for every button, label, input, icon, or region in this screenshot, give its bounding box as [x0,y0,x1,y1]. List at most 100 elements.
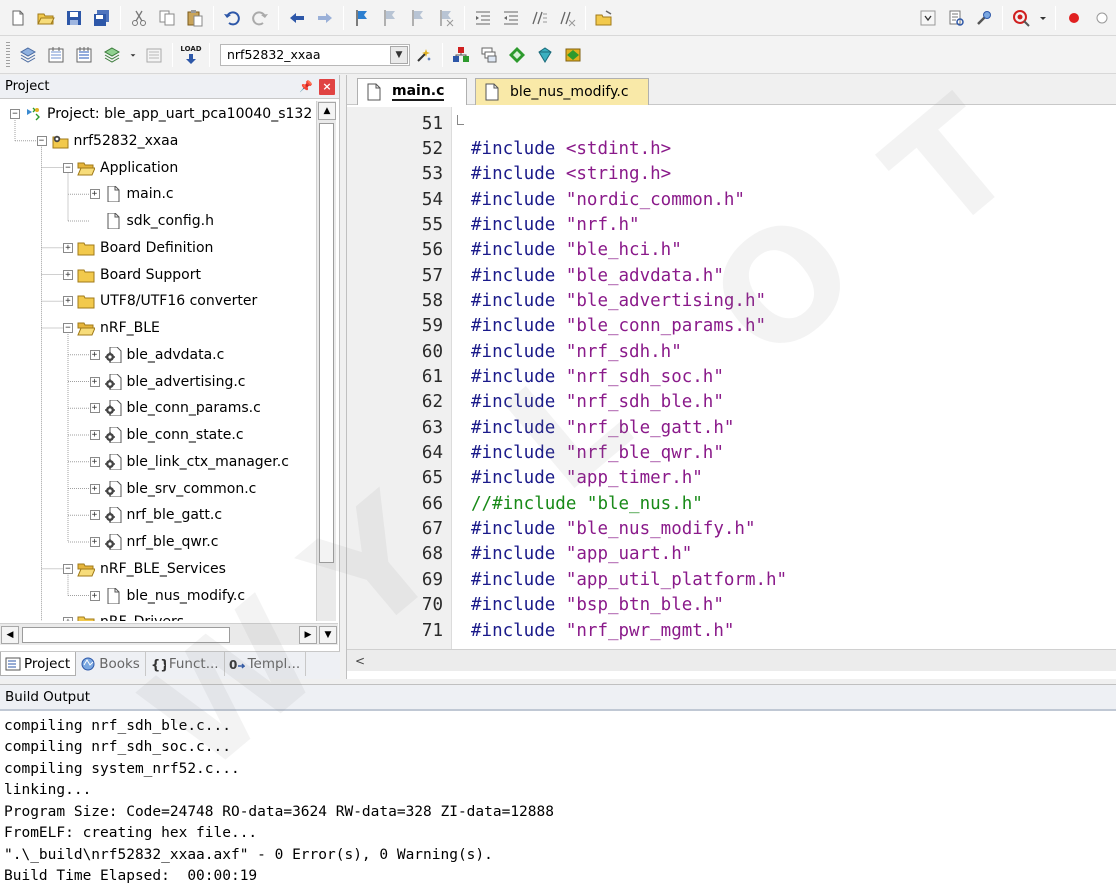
horizontal-scrollbar[interactable]: ◀ ▶ ▼ [0,623,338,645]
manage-components-icon[interactable] [477,43,501,67]
scroll-up-icon[interactable]: ▲ [318,102,336,120]
tree-item[interactable]: − Application [63,157,178,179]
code-line[interactable]: 63 #include "nrf_ble_gatt.h" [347,415,1116,440]
expand-icon[interactable]: + [89,590,100,601]
chevron-down-icon[interactable]: ▼ [390,45,408,64]
tree-item[interactable]: − nRF_BLE [63,317,160,339]
build-icon[interactable] [44,43,68,67]
expand-icon[interactable]: + [89,537,100,547]
tree-item[interactable]: + nrf_ble_qwr.c [89,531,218,553]
paste-icon[interactable] [183,6,207,30]
incremental-find-icon[interactable] [944,6,968,30]
tab-main-c[interactable]: main.c [357,78,467,105]
expand-icon[interactable]: + [89,403,100,414]
tree-item[interactable]: + ble_conn_params.c [89,397,261,419]
find-dropdown-icon[interactable] [916,6,940,30]
expand-icon[interactable]: + [89,456,100,467]
batch-build-icon[interactable] [100,43,124,67]
expand-icon[interactable]: + [89,430,100,440]
expand-icon[interactable]: + [63,617,73,621]
tree-item[interactable]: sdk_config.h [90,210,214,232]
tree-item[interactable]: − Project: ble_app_uart_pca10040_s132 [10,103,312,125]
chevron-down-icon[interactable] [128,43,138,67]
select-packs-icon[interactable] [505,43,529,67]
tree-item[interactable]: + ble_link_ctx_manager.c [89,451,289,473]
toolbar-grip[interactable] [6,41,10,68]
code-line[interactable]: 57 #include "ble_advdata.h" [347,263,1116,288]
build-output-text[interactable]: compiling nrf_sdh_ble.c... compiling nrf_… [4,715,554,887]
tree-item[interactable]: + ble_advdata.c [89,344,224,366]
comment-selection-icon[interactable] [527,6,551,30]
tree-item[interactable]: + main.c [89,183,174,205]
indent-icon[interactable] [471,6,495,30]
pin-icon[interactable]: 📌 [299,80,313,94]
rebuild-icon[interactable] [72,43,96,67]
insert-breakpoint-icon[interactable] [1062,6,1086,30]
code-line[interactable]: 62 #include "nrf_sdh_ble.h" [347,390,1116,415]
tab-functions[interactable]: {}Funct... [146,652,225,676]
collapse-icon[interactable]: − [63,323,73,333]
code-line[interactable]: 70 #include "bsp_btn_ble.h" [347,593,1116,618]
scroll-right-icon[interactable]: ▶ [299,626,317,644]
collapse-icon[interactable]: − [63,563,73,574]
tree-item[interactable]: + UTF8/UTF16 converter [63,290,257,312]
code-line[interactable]: 55 #include "nrf.h" [347,212,1116,237]
code-line[interactable]: 60 #include "nrf_sdh.h" [347,339,1116,364]
code-line[interactable]: 59 #include "ble_conn_params.h" [347,314,1116,339]
vertical-scrollbar[interactable]: ▲ [316,101,336,621]
chevron-down-icon[interactable] [1037,6,1049,30]
code-line[interactable]: 69 #include "app_util_platform.h" [347,567,1116,592]
save-icon[interactable] [62,6,86,30]
tree-item[interactable]: + nRF_Drivers [63,611,184,621]
navigate-back-icon[interactable] [285,6,309,30]
tab-ble-nus-modify-c[interactable]: ble_nus_modify.c [475,78,649,105]
scroll-left-icon[interactable]: < [355,654,365,668]
expand-icon[interactable]: + [89,349,100,360]
previous-bookmark-icon[interactable] [378,6,402,30]
expand-icon[interactable]: + [89,483,100,494]
expand-icon[interactable]: + [89,376,100,387]
open-folder-icon[interactable] [34,6,58,30]
code-line[interactable]: 65 #include "app_timer.h" [347,466,1116,491]
debug-settings-icon[interactable] [972,6,996,30]
new-file-icon[interactable] [6,6,30,30]
undo-icon[interactable] [220,6,244,30]
code-line[interactable]: 54 #include "nordic_common.h" [347,187,1116,212]
code-line[interactable]: 61 #include "nrf_sdh_soc.h" [347,365,1116,390]
expand-icon[interactable]: + [89,189,100,200]
tree-item[interactable]: + Board Definition [63,237,213,259]
unindent-icon[interactable] [499,6,523,30]
tree-item[interactable]: + ble_conn_state.c [89,424,244,446]
scrollbar-thumb[interactable] [22,627,230,643]
collapse-icon[interactable]: − [36,135,47,146]
tree-item[interactable]: − nRF_BLE_Services [63,558,226,580]
next-bookmark-icon[interactable] [406,6,430,30]
save-all-icon[interactable] [90,6,114,30]
collapse-icon[interactable]: − [63,162,73,173]
code-line[interactable]: 51 [347,111,1116,136]
close-icon[interactable]: × [319,78,335,95]
bookmark-icon[interactable] [350,6,374,30]
editor-horizontal-scrollbar[interactable]: < [347,649,1116,671]
tree-item[interactable]: − nrf52832_xxaa [36,130,178,152]
code-line[interactable]: 58 #include "ble_advertising.h" [347,288,1116,313]
code-line[interactable]: 64 #include "nrf_ble_qwr.h" [347,441,1116,466]
code-line[interactable]: 56 #include "ble_hci.h" [347,238,1116,263]
translate-icon[interactable] [16,43,40,67]
navigate-forward-icon[interactable] [313,6,337,30]
download-icon[interactable]: LOAD [179,43,203,67]
tab-books[interactable]: Books [76,652,146,676]
tree-item[interactable]: + ble_nus_modify.c [89,585,245,607]
code-area[interactable]: 51 52 #include <stdint.h> 53 #include <strin… [347,107,1116,649]
find-in-files-icon[interactable] [592,6,616,30]
expand-icon[interactable]: + [63,269,73,280]
disable-breakpoint-icon[interactable] [1090,6,1114,30]
redo-icon[interactable] [248,6,272,30]
target-select[interactable]: nrf52832_xxaa ▼ [220,43,410,66]
code-line[interactable]: 68 #include "app_uart.h" [347,542,1116,567]
code-line[interactable]: 53 #include <string.h> [347,162,1116,187]
tab-project[interactable]: Project [0,652,77,676]
target-options-icon[interactable] [412,43,436,67]
tree-item[interactable]: + ble_srv_common.c [89,478,256,500]
expand-icon[interactable]: + [89,510,100,521]
